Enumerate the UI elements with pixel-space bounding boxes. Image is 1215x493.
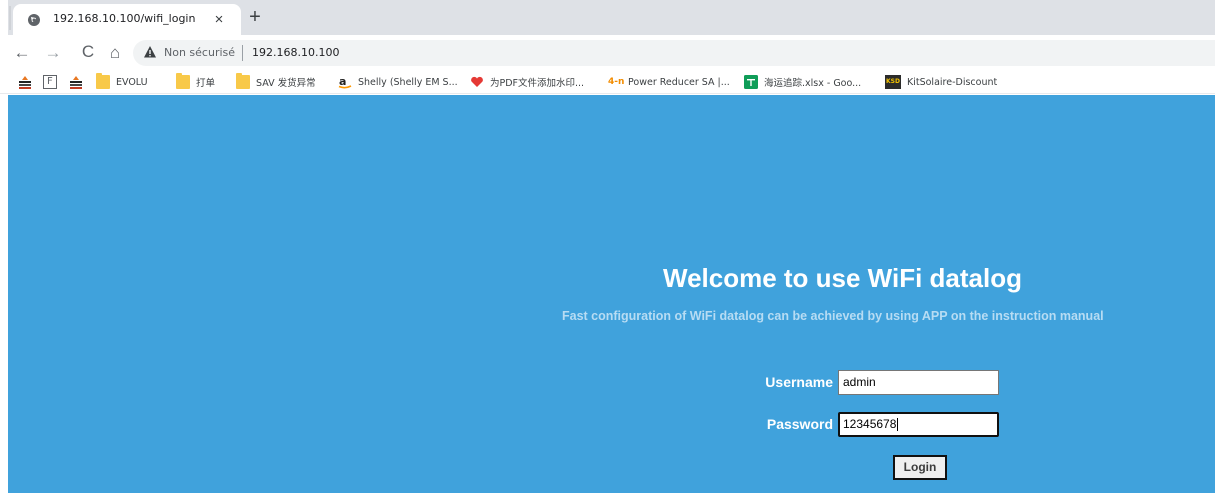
bookmark-folder-sav[interactable]: SAV 发货异常 — [236, 73, 316, 90]
bookmark-label: Power Reducer SA |... — [628, 76, 730, 88]
new-tab-button[interactable]: + — [246, 7, 264, 27]
globe-icon — [28, 14, 40, 26]
username-input[interactable]: admin — [838, 370, 999, 395]
tab-title: 192.168.10.100/wifi_login — [53, 12, 196, 25]
address-bar[interactable]: Non sécurisé 192.168.10.100 — [133, 40, 1215, 66]
amazon-icon: a — [338, 75, 352, 89]
text-cursor — [897, 418, 899, 432]
page-title: Welcome to use WiFi datalog — [663, 263, 1022, 293]
bookmark-label: KitSolaire-Discount — [907, 76, 998, 88]
sheets-icon — [744, 75, 758, 89]
bookmark-item[interactable] — [18, 74, 32, 90]
bookmark-shelly[interactable]: a Shelly (Shelly EM S... — [338, 74, 458, 90]
forward-button[interactable]: → — [43, 43, 63, 63]
bookmark-label: 打单 — [196, 78, 216, 89]
folder-icon — [236, 73, 250, 89]
bookmark-label: Shelly (Shelly EM S... — [358, 76, 458, 88]
heart-icon — [471, 76, 483, 87]
bookmark-label: SAV 发货异常 — [256, 78, 316, 89]
bookmark-power-reducer[interactable]: 4-n Power Reducer SA |... — [608, 74, 730, 90]
4n-text: 4-n — [608, 77, 625, 87]
ksd-icon: KSD — [885, 75, 901, 89]
password-input[interactable]: 12345678 — [838, 412, 999, 437]
bookmark-item[interactable] — [69, 74, 83, 90]
f-letter-text: F — [47, 76, 53, 87]
home-button[interactable]: ⌂ — [105, 43, 125, 63]
page-background — [8, 95, 1215, 493]
bookmark-label: EVOLU — [116, 76, 148, 88]
bookmark-label: 为PDF文件添加水印... — [490, 78, 585, 89]
password-value: 12345678 — [843, 417, 897, 431]
colored-bars-icon — [19, 76, 31, 89]
bookmark-item[interactable]: F — [43, 74, 57, 90]
close-tab-icon[interactable]: × — [211, 12, 227, 28]
bookmarks-bar: F EVOLU 打单 SAV 发货异常 a Shelly (Shelly EM … — [0, 70, 1215, 94]
bookmark-folder-dadan[interactable]: 打单 — [176, 73, 216, 90]
username-label: Username — [765, 374, 833, 390]
svg-text:a: a — [339, 75, 346, 88]
bookmark-pdf-watermark[interactable]: 为PDF文件添加水印... — [470, 74, 584, 90]
browser-tab[interactable]: 192.168.10.100/wifi_login × — [13, 4, 241, 35]
bookmark-kitsolaire[interactable]: KSD KitSolaire-Discount — [885, 74, 997, 90]
bookmark-label: 海运追踪.xlsx - Goo... — [764, 78, 862, 89]
password-label: Password — [766, 416, 833, 432]
bookmark-folder-evolu[interactable]: EVOLU — [96, 73, 148, 90]
folder-icon — [96, 73, 110, 89]
bookmark-google-sheets[interactable]: 海运追踪.xlsx - Goo... — [744, 74, 861, 90]
login-button[interactable]: Login — [893, 455, 947, 480]
back-button[interactable]: ← — [12, 43, 32, 63]
reload-button[interactable]: C — [78, 42, 98, 62]
folder-icon — [176, 73, 190, 89]
address-separator — [242, 45, 243, 61]
tab-strip-edge — [0, 0, 8, 35]
tab-strip: 192.168.10.100/wifi_login × + — [0, 0, 1215, 35]
f-letter-icon: F — [43, 75, 57, 89]
page-subtitle: Fast configuration of WiFi datalog can b… — [562, 309, 1104, 323]
colored-bars-icon — [70, 76, 82, 89]
browser-toolbar: ← → C ⌂ Non sécurisé 192.168.10.100 — [0, 35, 1215, 70]
security-status[interactable]: Non sécurisé — [164, 46, 235, 59]
4n-icon: 4-n — [608, 75, 626, 89]
warning-icon[interactable] — [143, 45, 157, 59]
tab-strip-divider — [9, 6, 11, 30]
url-text[interactable]: 192.168.10.100 — [252, 46, 339, 59]
ksd-text: KSD — [886, 78, 900, 85]
